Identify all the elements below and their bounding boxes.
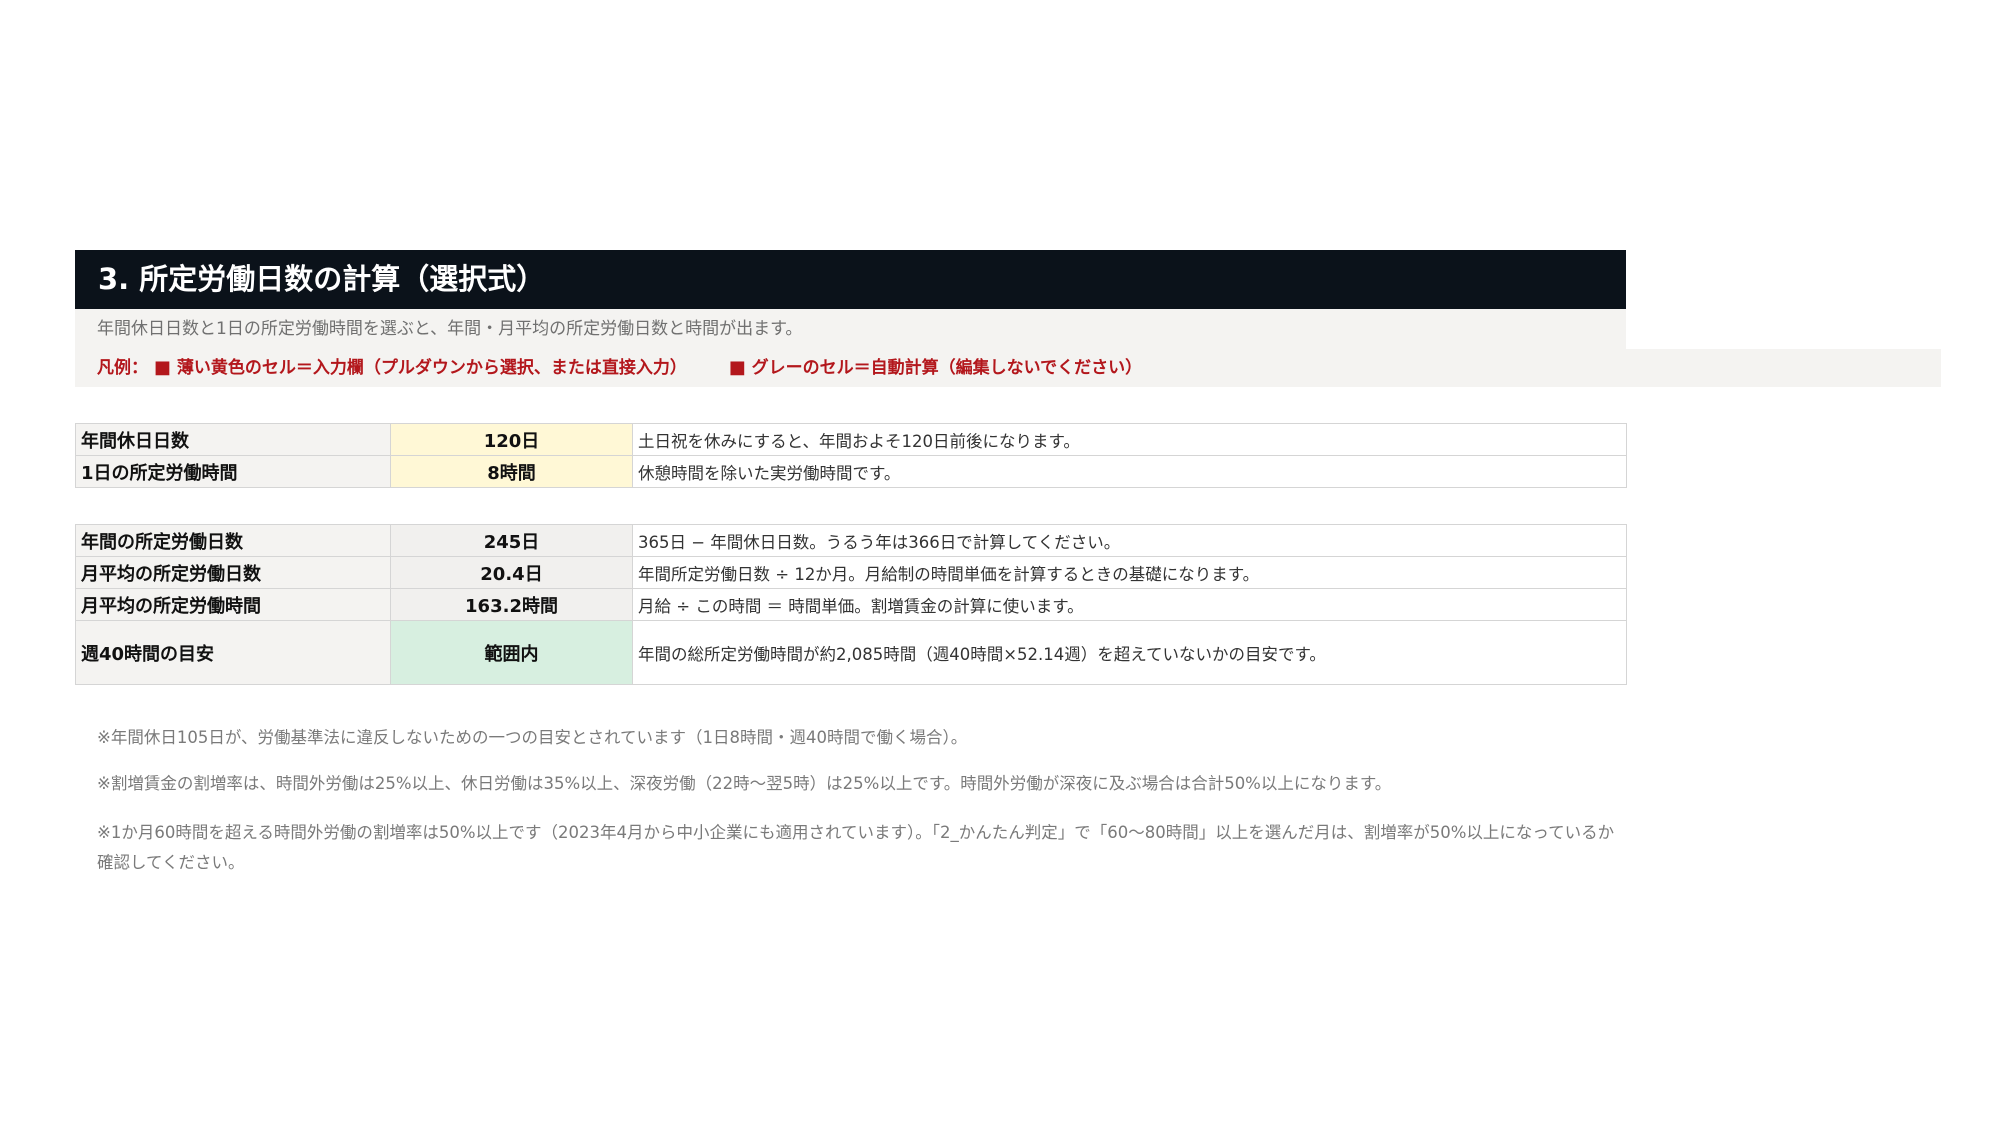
row-label-monthly-workdays: 月平均の所定労働日数 <box>75 556 391 589</box>
table-row: 月平均の所定労働日数 20.4日 年間所定労働日数 ÷ 12か月。月給制の時間単… <box>75 556 1627 589</box>
row-note: 年間所定労働日数 ÷ 12か月。月給制の時間単価を計算するときの基礎になります。 <box>632 556 1627 589</box>
row-note: 土日祝を休みにすると、年間およそ120日前後になります。 <box>632 423 1627 456</box>
row-note: 月給 ÷ この時間 ＝ 時間単価。割増賃金の計算に使います。 <box>632 588 1627 621</box>
row-label-annual-workdays: 年間の所定労働日数 <box>75 524 391 557</box>
daily-hours-input[interactable]: 8時間 <box>390 455 633 488</box>
table-row: 週40時間の目安 範囲内 年間の総所定労働時間が約2,085時間（週40時間×5… <box>75 620 1627 685</box>
row-label-daily-hours: 1日の所定労働時間 <box>75 455 391 488</box>
legend-prefix: 凡例： <box>97 358 148 378</box>
footnote-2: ※割増賃金の割増率は、時間外労働は25%以上、休日労働は35%以上、深夜労働（2… <box>97 774 1392 793</box>
result-table: 年間の所定労働日数 245日 365日 − 年間休日日数。うるう年は366日で計… <box>75 524 1627 685</box>
legend-input-square-icon: ■ <box>153 357 171 378</box>
legend-input-text: 薄い黄色のセル＝入力欄（プルダウンから選択、または直接入力） <box>176 358 687 378</box>
legend-auto-square-icon: ■ <box>728 357 746 378</box>
footnote-1: ※年間休日105日が、労働基準法に違反しないための一つの目安とされています（1日… <box>97 728 968 747</box>
row-note: 年間の総所定労働時間が約2,085時間（週40時間×52.14週）を超えていない… <box>632 620 1627 685</box>
row-note: 365日 − 年間休日日数。うるう年は366日で計算してください。 <box>632 524 1627 557</box>
row-label-weekly-40h: 週40時間の目安 <box>75 620 391 685</box>
table-row: 年間休日日数 120日 土日祝を休みにすると、年間およそ120日前後になります。 <box>75 423 1627 456</box>
footnote-3: ※1か月60時間を超える時間外労働の割増率は50%以上です（2023年4月から中… <box>97 823 1615 872</box>
legend: 凡例： ■ 薄い黄色のセル＝入力欄（プルダウンから選択、または直接入力） ■ グ… <box>75 349 1941 387</box>
calculation-sheet: 3. 所定労働日数の計算（選択式） 年間休日日数と1日の所定労働時間を選ぶと、年… <box>75 250 1941 872</box>
table-row: 年間の所定労働日数 245日 365日 − 年間休日日数。うるう年は366日で計… <box>75 524 1627 557</box>
row-note: 休憩時間を除いた実労働時間です。 <box>632 455 1627 488</box>
section-description: 年間休日日数と1日の所定労働時間を選ぶと、年間・月平均の所定労働日数と時間が出ま… <box>75 309 1626 349</box>
input-table: 年間休日日数 120日 土日祝を休みにすると、年間およそ120日前後になります。… <box>75 423 1627 488</box>
annual-workdays-value: 245日 <box>390 524 633 557</box>
weekly-40h-status-badge: 範囲内 <box>390 620 633 685</box>
annual-holidays-input[interactable]: 120日 <box>390 423 633 456</box>
row-label-monthly-hours: 月平均の所定労働時間 <box>75 588 391 621</box>
monthly-workdays-value: 20.4日 <box>390 556 633 589</box>
table-row: 1日の所定労働時間 8時間 休憩時間を除いた実労働時間です。 <box>75 455 1627 488</box>
section-title: 3. 所定労働日数の計算（選択式） <box>75 250 1626 309</box>
row-label-annual-holidays: 年間休日日数 <box>75 423 391 456</box>
legend-auto-text: グレーのセル＝自動計算（編集しないでください） <box>751 358 1143 378</box>
table-row: 月平均の所定労働時間 163.2時間 月給 ÷ この時間 ＝ 時間単価。割増賃金… <box>75 588 1627 621</box>
monthly-hours-value: 163.2時間 <box>390 588 633 621</box>
